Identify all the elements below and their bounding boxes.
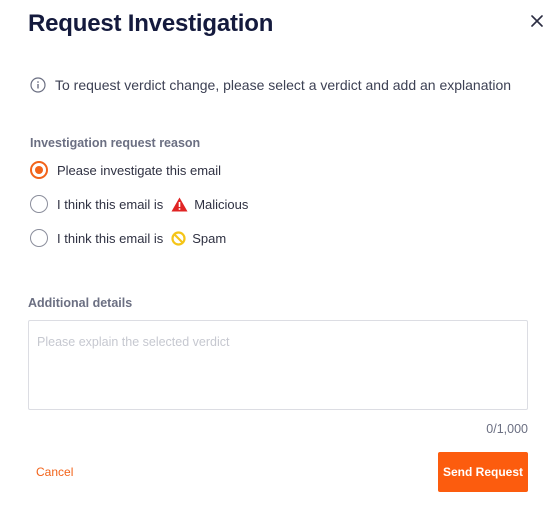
character-counter: 0/1,000 (486, 422, 528, 436)
radio-option-investigate[interactable]: Please investigate this email (30, 161, 221, 179)
radio-button-checked[interactable] (30, 161, 48, 179)
close-button[interactable] (526, 10, 548, 32)
radio-option-prefix: I think this email is (57, 196, 164, 212)
send-request-button[interactable]: Send Request (438, 452, 528, 492)
radio-option-label: Please investigate this email (57, 162, 222, 178)
details-label: Additional details (28, 296, 133, 310)
info-icon (30, 77, 46, 93)
radio-option-malicious[interactable]: I think this email is Malicious (30, 195, 248, 213)
details-textarea[interactable] (28, 320, 528, 410)
info-message: To request verdict change, please select… (30, 77, 511, 93)
radio-option-prefix: I think this email is (57, 230, 164, 246)
radio-button[interactable] (30, 229, 48, 247)
request-investigation-dialog: Request Investigation To request verdict… (0, 0, 560, 512)
reason-label: Investigation request reason (30, 136, 201, 150)
spam-icon (171, 230, 186, 246)
warning-icon (171, 197, 188, 212)
radio-button[interactable] (30, 195, 48, 213)
dialog-title: Request Investigation (28, 10, 274, 37)
verdict-malicious-label: Malicious (194, 196, 249, 212)
close-icon (531, 15, 543, 27)
radio-option-spam[interactable]: I think this email is Spam (30, 229, 226, 247)
verdict-spam-label: Spam (192, 230, 227, 246)
info-text: To request verdict change, please select… (55, 77, 512, 93)
cancel-button[interactable]: Cancel (36, 465, 73, 479)
